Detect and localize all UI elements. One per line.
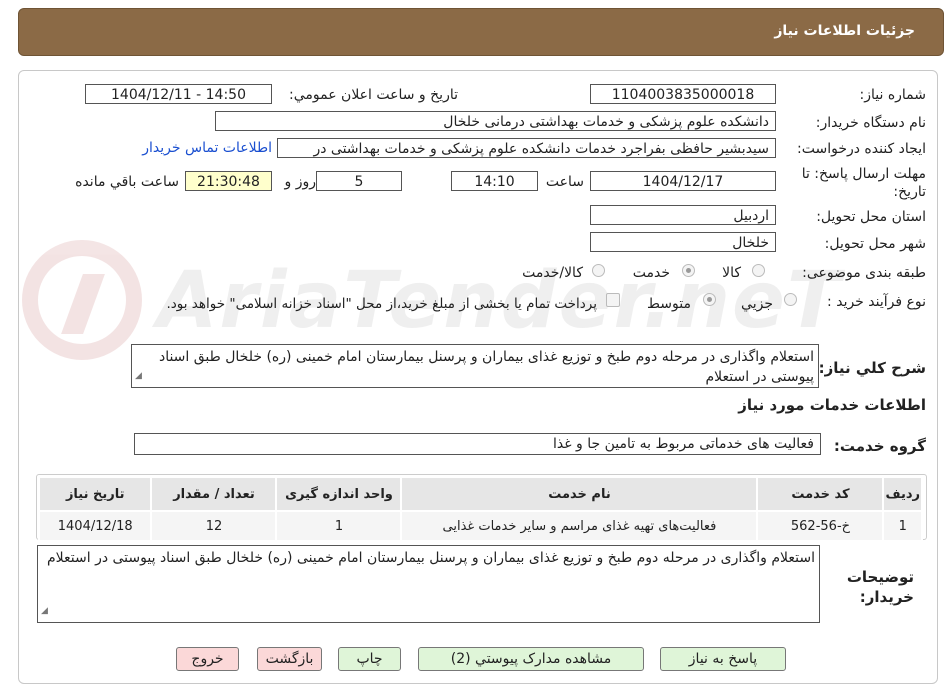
services-section-title: اطلاعات خدمات مورد نياز	[738, 396, 926, 414]
page-header: جزئيات اطلاعات نياز	[18, 8, 944, 56]
summary-text: استعلام واگذاری در مرحله دوم طبخ و توزیع…	[158, 349, 814, 385]
process-option-minor: جزيي	[741, 296, 773, 312]
announce-label: تاريخ و ساعت اعلان عمومي:	[289, 87, 458, 103]
col-row-number: رديف	[882, 476, 923, 512]
summary-textarea[interactable]: استعلام واگذاری در مرحله دوم طبخ و توزیع…	[131, 344, 819, 388]
buyer-notes-textarea[interactable]: استعلام واگذاری در مرحله دوم طبخ و توزیع…	[37, 545, 820, 623]
province-label: استان محل تحويل:	[816, 209, 926, 225]
col-service-code: کد خدمت	[756, 476, 885, 512]
cell-service-name: فعالیت‌های تهیه غذای مراسم و سایر خدمات …	[400, 510, 759, 542]
deadline-time-label: ساعت	[545, 174, 584, 190]
service-group-field: فعالیت های خدماتی مربوط به تامین جا و غذ…	[134, 433, 821, 455]
province-field: اردبیل	[590, 205, 776, 225]
buyer-notes-text: استعلام واگذاری در مرحله دوم طبخ و توزیع…	[47, 550, 815, 566]
treasury-payment-checkbox[interactable]	[606, 293, 620, 307]
attachments-button[interactable]: مشاهده مدارک پيوستي (2)	[418, 647, 644, 671]
days-field: 5	[316, 171, 402, 191]
city-label: شهر محل تحويل:	[824, 236, 926, 252]
back-button[interactable]: بازگشت	[257, 647, 322, 671]
deadline-label: مهلت ارسال پاسخ: تا تاریخ:	[801, 166, 926, 200]
process-radio-minor[interactable]	[784, 293, 797, 306]
buyer-org-field: دانشکده علوم پزشکی و خدمات بهداشتی درمان…	[215, 111, 776, 131]
requester-label: ايجاد کننده درخواست:	[797, 141, 926, 157]
process-option-medium: متوسط	[647, 296, 691, 312]
category-radio-goods[interactable]	[752, 264, 765, 277]
table-header-row: رديف کد خدمت نام خدمت واحد اندازه گيری ت…	[37, 476, 923, 512]
col-quantity: تعداد / مقدار	[150, 476, 278, 512]
buyer-org-label: نام دستگاه خريدار:	[815, 115, 926, 131]
cell-service-code: خ-56-562	[756, 510, 885, 542]
category-option-service: خدمت	[632, 265, 670, 281]
need-number-field: 1104003835000018	[590, 84, 776, 104]
col-need-date: تاريخ نياز	[37, 476, 153, 512]
remaining-time-field: 21:30:48	[185, 171, 272, 191]
deadline-time-field: 14:10	[451, 171, 538, 191]
buyer-contact-link[interactable]: اطلاعات تماس خريدار	[142, 140, 272, 156]
category-label: طبقه بندی موضوعی:	[802, 265, 926, 281]
service-group-label: گروه خدمت:	[833, 437, 926, 455]
summary-label: شرح کلي نياز:	[818, 359, 926, 377]
col-unit: واحد اندازه گيری	[275, 476, 403, 512]
resize-grip-icon: ◢	[135, 371, 142, 381]
deadline-date-field: 1404/12/17	[590, 171, 776, 191]
table-row[interactable]: 1 خ-56-562 فعالیت‌های تهیه غذای مراسم و …	[37, 510, 923, 542]
page-title: جزئيات اطلاعات نياز	[774, 23, 915, 39]
reply-button[interactable]: پاسخ به نياز	[660, 647, 786, 671]
cell-row-number: 1	[882, 510, 923, 542]
buyer-notes-label: توضيحات خريدار:	[846, 568, 914, 606]
category-option-goods: کالا	[722, 265, 741, 281]
exit-button[interactable]: خروج	[176, 647, 239, 671]
resize-grip-icon: ◢	[41, 606, 48, 616]
cell-need-date: 1404/12/18	[37, 510, 153, 542]
treasury-payment-note: پرداخت تمام یا بخشی از مبلغ خرید،از محل …	[166, 296, 597, 312]
cell-unit: 1	[275, 510, 403, 542]
announce-datetime-field: 1404/12/11 - 14:50	[85, 84, 272, 104]
requester-field: سیدبشیر حافظی بفراجرد خدمات دانشکده علوم…	[277, 138, 776, 158]
services-table: رديف کد خدمت نام خدمت واحد اندازه گيری ت…	[37, 476, 923, 542]
col-service-name: نام خدمت	[400, 476, 759, 512]
remaining-label: ساعت باقي مانده	[75, 174, 179, 190]
process-label: نوع فرآيند خريد :	[827, 294, 926, 310]
print-button[interactable]: چاپ	[338, 647, 401, 671]
category-radio-service[interactable]	[682, 264, 695, 277]
cell-quantity: 12	[150, 510, 278, 542]
city-field: خلخال	[590, 232, 776, 252]
process-radio-medium[interactable]	[703, 293, 716, 306]
category-option-goods-service: کالا/خدمت	[522, 265, 583, 281]
need-number-label: شماره نياز:	[859, 87, 927, 103]
days-label: روز و	[284, 174, 317, 190]
category-radio-goods-service[interactable]	[592, 264, 605, 277]
